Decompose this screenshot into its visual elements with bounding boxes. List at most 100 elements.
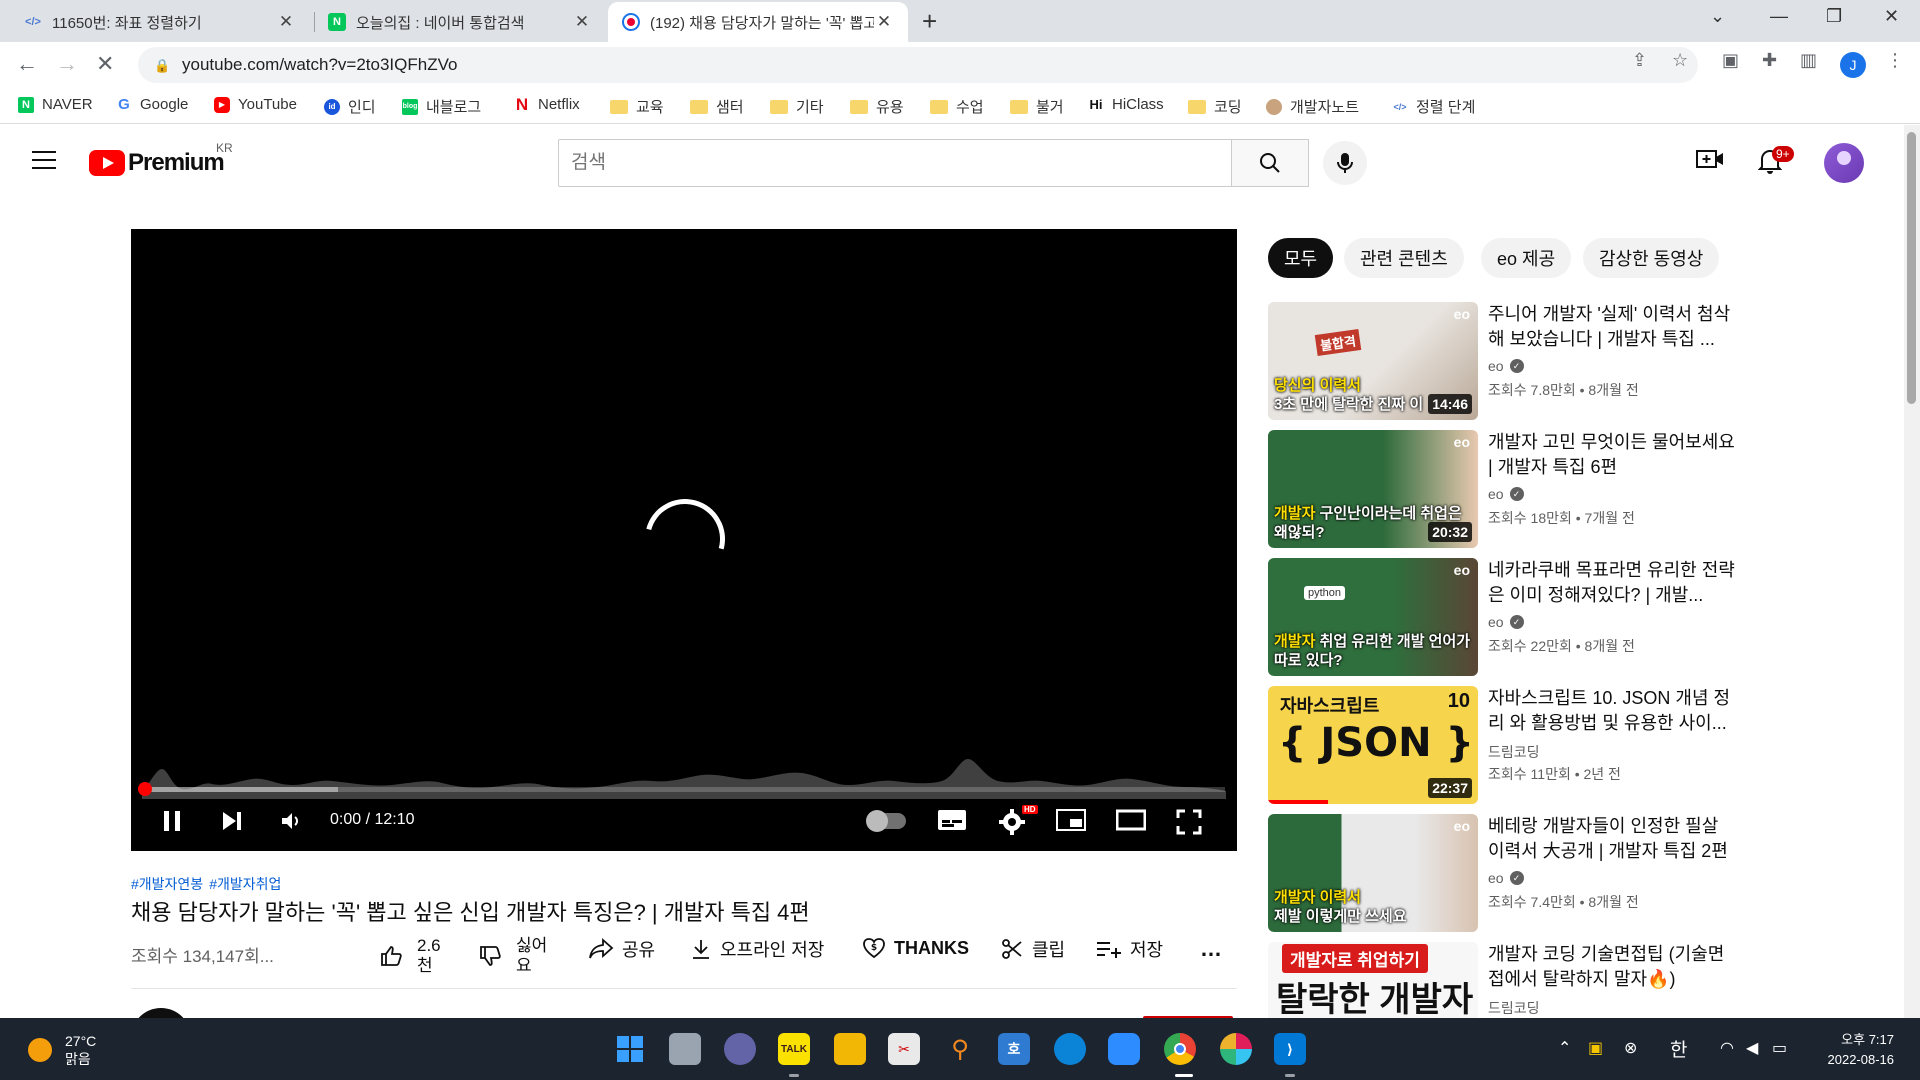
channel-name[interactable]: eo ✓ <box>1488 486 1524 502</box>
close-icon[interactable]: ✕ <box>572 12 592 32</box>
address-bar[interactable]: 🔒 youtube.com/watch?v=2to3IQFhZVo <box>138 47 1698 83</box>
system-clock[interactable]: 오후 7:17 2022-08-16 <box>1810 1030 1895 1070</box>
search-magnifier-icon[interactable]: ⚲ <box>944 1033 976 1065</box>
recommendation-item[interactable]: eo python 개발자 취업 유리한 개발 언어가 따로 있다? 네카라쿠배… <box>1268 558 1738 678</box>
bookmark-netflix[interactable]: N Netflix <box>514 95 580 114</box>
channel-name[interactable]: eo ✓ <box>1488 614 1524 630</box>
bookmark-blog[interactable]: blog 내블로그 <box>402 96 481 117</box>
progress-scrubber[interactable] <box>138 782 152 796</box>
recommendation-item[interactable]: 개발자로 취업하기 탈락한 개발자 개발자 코딩 기술면접팁 (기술면접에서 탈… <box>1268 942 1738 1018</box>
fullscreen-button[interactable] <box>1176 809 1202 842</box>
lock-icon[interactable]: 🔒 <box>154 58 170 73</box>
hashtag-link[interactable]: #개발자연봉 <box>131 876 203 892</box>
recommendation-title[interactable]: 네카라쿠배 목표라면 유리한 전략은 이미 정해져있다? | 개발... <box>1488 558 1738 608</box>
bookmark-folder-useful[interactable]: 유용 <box>850 96 904 117</box>
channel-name[interactable]: 드림코딩 <box>1488 998 1540 1018</box>
miniplayer-button[interactable] <box>1056 809 1086 838</box>
menu-hamburger-icon[interactable] <box>32 151 56 169</box>
hangul-icon[interactable]: 호 <box>998 1033 1030 1065</box>
chip-watched[interactable]: 감상한 동영상 <box>1583 238 1720 278</box>
ime-indicator[interactable]: 한 <box>1670 1035 1687 1062</box>
pause-button[interactable] <box>161 809 183 840</box>
minimize-button[interactable]: — <box>1770 6 1788 27</box>
menu-kebab-icon[interactable]: ⋮ <box>1886 50 1904 71</box>
tab-youtube-video[interactable]: (192) 채용 담당자가 말하는 '꼭' 뽑고 싶은 ✕ <box>608 2 908 42</box>
tray-overflow-icon[interactable]: ⌃ <box>1558 1038 1571 1058</box>
chip-from-eo[interactable]: eo 제공 <box>1481 238 1572 278</box>
bookmark-youtube[interactable]: ▶ YouTube <box>214 96 297 113</box>
file-explorer-icon[interactable] <box>834 1033 866 1065</box>
edge-icon[interactable] <box>1054 1033 1086 1065</box>
autoplay-toggle[interactable] <box>866 810 906 832</box>
tab-baekjoon[interactable]: </> 11650번: 좌표 정렬하기 ✕ <box>10 2 310 42</box>
weather-widget[interactable]: 27°C 맑음 <box>65 1032 96 1068</box>
side-panel-icon[interactable]: ▥ <box>1800 50 1817 71</box>
search-input[interactable] <box>571 152 1231 174</box>
chrome-icon[interactable] <box>1164 1033 1196 1065</box>
share-icon[interactable]: ⇪ <box>1632 50 1647 71</box>
slack-icon[interactable] <box>1220 1033 1252 1065</box>
teams-chat-icon[interactable] <box>724 1033 756 1065</box>
zoom-icon[interactable] <box>1108 1033 1140 1065</box>
create-video-icon[interactable] <box>1696 148 1724 177</box>
theater-mode-button[interactable] <box>1115 809 1147 838</box>
back-icon[interactable]: ← <box>16 51 38 77</box>
start-menu-icon[interactable] <box>614 1033 646 1065</box>
recommendation-title[interactable]: 주니어 개발자 '실제' 이력서 첨삭해 보았습니다 | 개발자 특집 ... <box>1488 302 1738 352</box>
forward-icon[interactable]: → <box>56 51 78 77</box>
thanks-button[interactable]: $ THANKS <box>862 936 969 960</box>
share-button[interactable]: 공유 <box>588 936 655 962</box>
speaker-icon[interactable]: ◀ <box>1746 1038 1758 1058</box>
extensions-icon[interactable]: ✚ <box>1762 50 1777 71</box>
vscode-icon[interactable]: ⟩ <box>1274 1033 1306 1065</box>
profile-avatar[interactable]: J <box>1840 52 1866 78</box>
close-icon[interactable]: ✕ <box>276 12 296 32</box>
channel-name[interactable]: 드림코딩 <box>1488 742 1540 762</box>
recommendation-item[interactable]: eo 개발자 이력서 제발 이렇게만 쓰세요 베테랑 개발자들이 인정한 필살 이… <box>1268 814 1738 934</box>
recommendation-title[interactable]: 개발자 코딩 기술면접팁 (기술면접에서 탈락하지 말자🔥) <box>1488 942 1738 992</box>
recommendation-item[interactable]: 불합격 eo 당신의 이력서 3초 만에 탈락한 진짜 이 14:46 주니어 개… <box>1268 302 1738 422</box>
dislike-button[interactable]: 싫어 요 <box>478 936 547 976</box>
recommendation-title[interactable]: 개발자 고민 무엇이든 물어보세요 | 개발자 특집 6편 <box>1488 430 1738 480</box>
video-thumbnail[interactable]: 불합격 eo 당신의 이력서 3초 만에 탈락한 진짜 이 14:46 <box>1268 302 1478 420</box>
bookmark-indi[interactable]: id 인디 <box>324 96 376 117</box>
battery-icon[interactable]: ▭ <box>1772 1038 1787 1058</box>
bookmark-google[interactable]: G Google <box>116 96 188 113</box>
download-button[interactable]: 오프라인 저장 <box>690 936 824 962</box>
bookmark-folder-edu[interactable]: 교육 <box>610 96 664 117</box>
recommendation-title[interactable]: 베테랑 개발자들이 인정한 필살 이력서 大공개 | 개발자 특집 2편 <box>1488 814 1738 864</box>
account-avatar[interactable] <box>1824 143 1864 183</box>
bookmark-sort-steps[interactable]: </> 정렬 단계 <box>1392 96 1475 117</box>
wifi-icon[interactable]: ◠ <box>1720 1038 1734 1058</box>
channel-name[interactable]: eo ✓ <box>1488 358 1524 374</box>
hashtag-link[interactable]: #개발자취업 <box>209 876 281 892</box>
next-button[interactable] <box>220 809 244 840</box>
tray-close-icon[interactable]: ⊗ <box>1624 1038 1637 1058</box>
security-lock-icon[interactable]: ▣ <box>1588 1038 1603 1058</box>
subtitles-button[interactable] <box>937 809 967 838</box>
video-thumbnail[interactable]: eo python 개발자 취업 유리한 개발 언어가 따로 있다? <box>1268 558 1478 676</box>
settings-button[interactable] <box>999 809 1025 842</box>
bookmark-star-icon[interactable]: ☆ <box>1672 50 1688 71</box>
video-thumbnail[interactable]: 개발자로 취업하기 탈락한 개발자 <box>1268 942 1478 1018</box>
bookmark-folder-coding[interactable]: 코딩 <box>1188 96 1242 117</box>
bookmark-folder-class[interactable]: 수업 <box>930 96 984 117</box>
bookmark-folder-bulgeo[interactable]: 불거 <box>1010 96 1064 117</box>
video-thumbnail[interactable]: eo 개발자 구인난이라는데 취업은 왜않되? 20:32 <box>1268 430 1478 548</box>
scrollbar-thumb[interactable] <box>1907 132 1916 404</box>
tab-naver-search[interactable]: N 오늘의집 : 네이버 통합검색 ✕ <box>314 2 606 42</box>
volume-button[interactable] <box>279 809 303 840</box>
bookmark-hiclass[interactable]: Hi HiClass <box>1088 96 1164 113</box>
bookmark-folder-etc[interactable]: 기타 <box>770 96 824 117</box>
like-button[interactable]: 2.6 천 <box>379 936 441 976</box>
new-tab-button[interactable]: + <box>922 6 937 37</box>
bookmark-naver[interactable]: N NAVER <box>18 96 93 113</box>
snipping-tool-icon[interactable]: ✂ <box>888 1033 920 1065</box>
close-icon[interactable]: ✕ <box>874 12 894 32</box>
close-window-button[interactable]: ✕ <box>1884 6 1899 27</box>
channel-name[interactable]: eo ✓ <box>1488 870 1524 886</box>
chip-related[interactable]: 관련 콘텐츠 <box>1344 238 1464 278</box>
recommendation-item[interactable]: 자바스크립트 10 { JSON } 22:37 자바스크립트 10. JSON… <box>1268 686 1738 806</box>
recommendation-item[interactable]: eo 개발자 구인난이라는데 취업은 왜않되? 20:32 개발자 고민 무엇이… <box>1268 430 1738 550</box>
tab-search-icon[interactable]: ⌄ <box>1710 6 1725 27</box>
